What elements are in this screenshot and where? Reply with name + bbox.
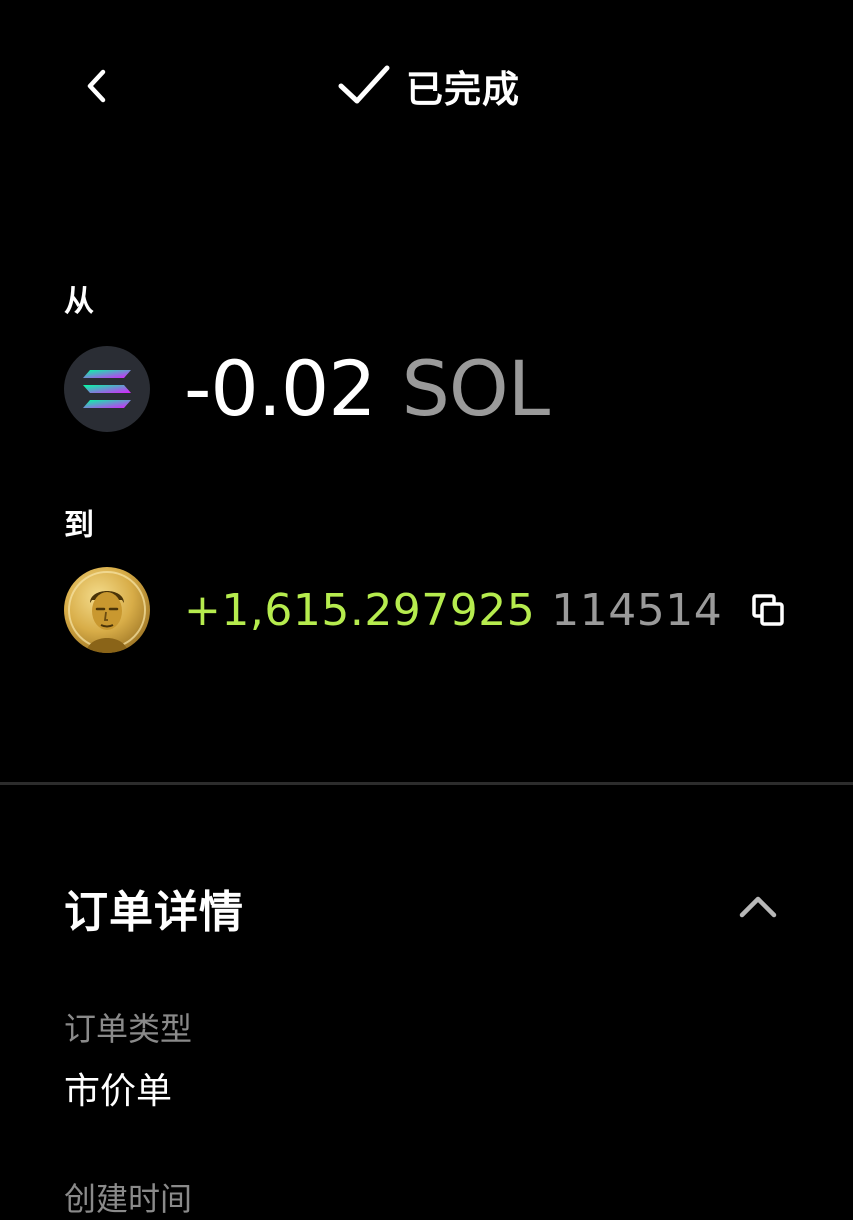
copy-icon xyxy=(752,594,784,626)
to-token-avatar xyxy=(64,567,150,653)
back-button[interactable] xyxy=(70,58,126,114)
to-token-symbol: 114514 xyxy=(551,584,723,636)
order-type-value: 市价单 xyxy=(64,1071,173,1112)
copy-contract-button[interactable] xyxy=(744,586,792,634)
chevron-up-icon xyxy=(739,896,777,918)
checkmark-icon xyxy=(338,65,390,104)
to-amount: +1,615.297925 114514 xyxy=(184,585,722,636)
from-token-row: -0.02 SOL xyxy=(64,344,550,433)
from-token-symbol: SOL xyxy=(401,344,550,433)
section-divider xyxy=(0,782,853,785)
order-type-label: 订单类型 xyxy=(64,1010,193,1048)
collapse-details-button[interactable] xyxy=(730,878,786,934)
solana-logo-icon xyxy=(83,369,131,408)
to-label: 到 xyxy=(64,508,94,543)
from-amount: -0.02 SOL xyxy=(184,344,550,433)
from-token-avatar xyxy=(64,345,150,432)
order-details-title: 订单详情 xyxy=(64,887,244,938)
to-amount-value: +1,615.297925 xyxy=(184,584,536,636)
status-indicator: 已完成 xyxy=(336,58,520,114)
meme-coin-portrait-icon xyxy=(68,571,146,653)
from-amount-value: -0.02 xyxy=(184,344,377,433)
from-label: 从 xyxy=(64,284,94,319)
chevron-left-icon xyxy=(87,69,106,103)
to-token-row: +1,615.297925 114514 xyxy=(64,567,722,653)
status-check xyxy=(336,58,392,114)
top-bar: 已完成 xyxy=(0,0,853,175)
created-time-label: 创建时间 xyxy=(64,1180,193,1218)
status-text: 已完成 xyxy=(406,68,520,111)
